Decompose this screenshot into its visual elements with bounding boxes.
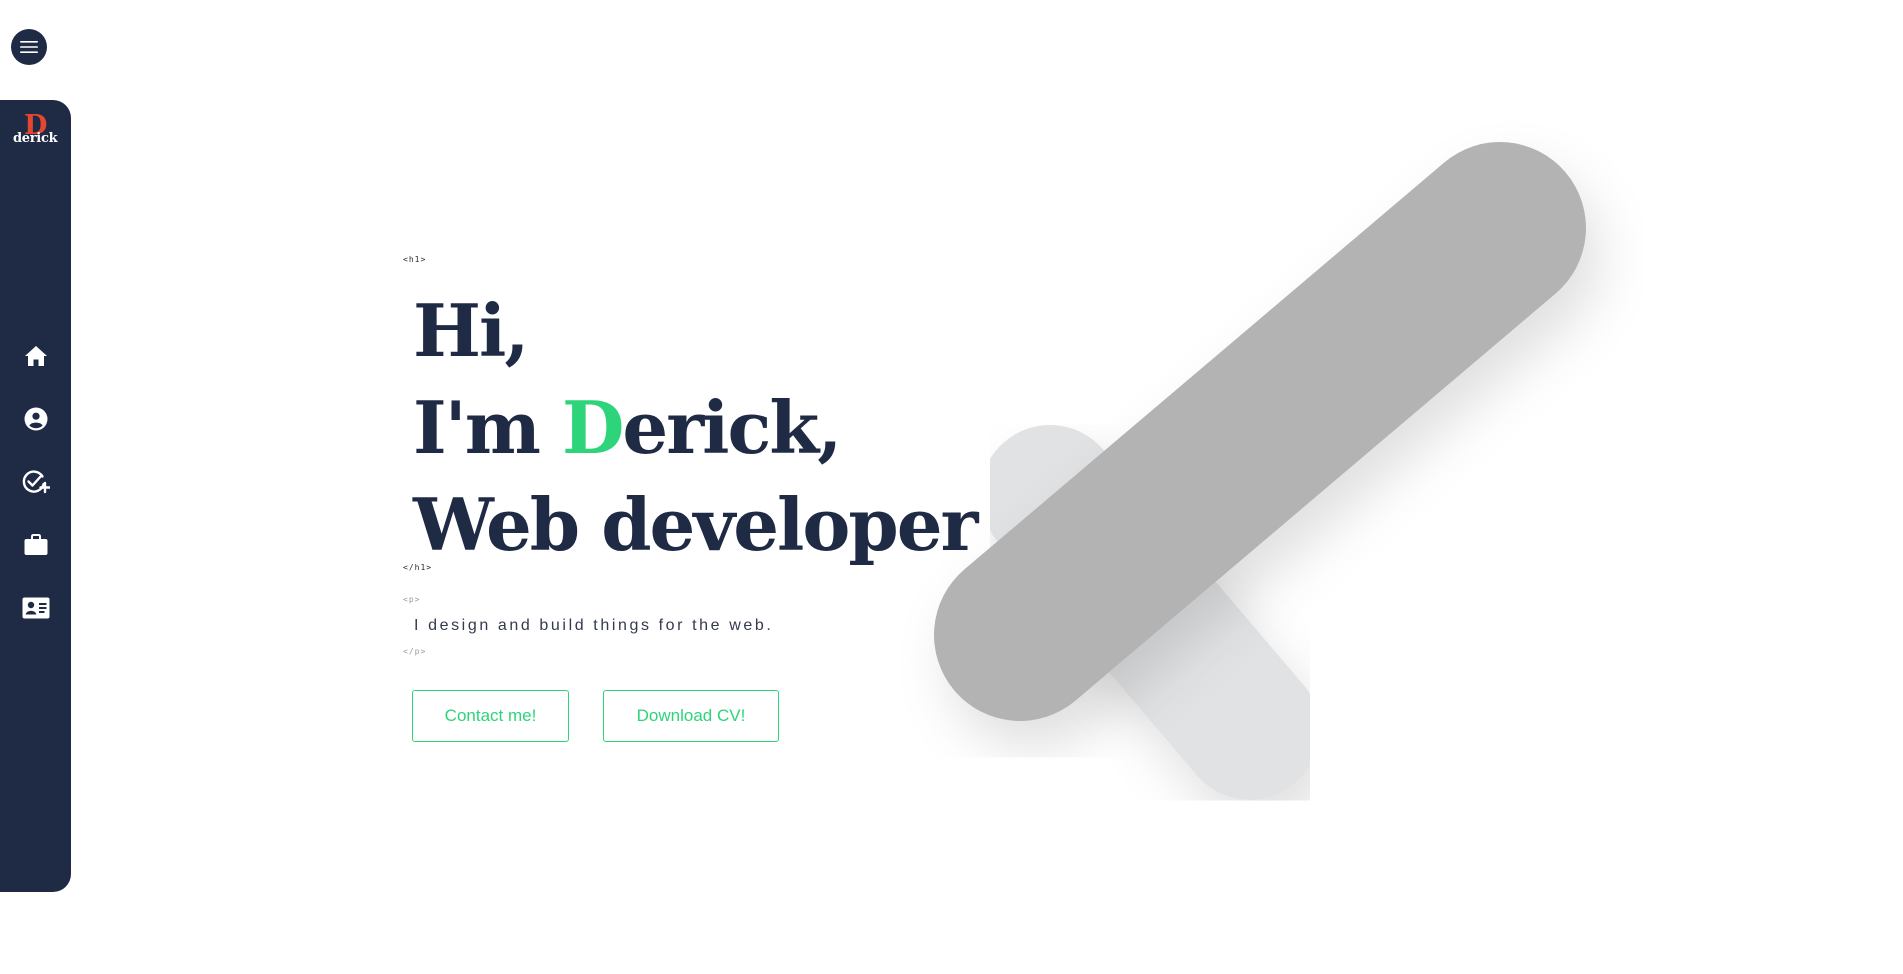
logo[interactable]: D derick [12, 112, 58, 150]
sidebar-item-skills[interactable] [0, 450, 71, 513]
sidebar-item-contact[interactable] [0, 576, 71, 639]
headline-line-role: Web developer [413, 482, 978, 567]
hero-headline: Hi, I'm Derick, Web developer [413, 282, 978, 573]
check-add-icon [22, 469, 50, 493]
page: D derick <h1> Hi, I'm Derick, Web develo… [0, 0, 1903, 974]
headline-line-greeting: Hi, [413, 288, 529, 373]
p-open-tag: <p> [403, 595, 421, 604]
logo-word: derick [13, 131, 58, 146]
sidebar: D derick [0, 100, 71, 892]
p-close-tag: </p> [403, 647, 427, 656]
headline-line-name: I'm Derick, [413, 379, 976, 476]
sidebar-nav [0, 324, 71, 639]
contact-card-icon [22, 597, 49, 618]
sidebar-item-home[interactable] [0, 324, 71, 387]
intro-text: I design and build things for the web. [414, 617, 774, 634]
download-cv-button[interactable]: Download CV! [603, 690, 779, 742]
sidebar-item-about[interactable] [0, 387, 71, 450]
briefcase-icon [24, 533, 47, 555]
menu-toggle-button[interactable] [11, 29, 47, 65]
user-circle-icon [24, 407, 47, 430]
hamburger-menu-icon [20, 41, 38, 53]
headline-name-prefix: I'm [413, 385, 562, 470]
sidebar-item-portfolio[interactable] [0, 513, 71, 576]
contact-me-button[interactable]: Contact me! [412, 690, 569, 742]
headline-name-accent: D [561, 385, 624, 470]
hero-logo-artwork [934, 142, 1586, 818]
h1-close-tag: </h1> [403, 563, 433, 572]
headline-name-suffix: erick, [622, 385, 842, 470]
h1-open-tag: <h1> [403, 255, 427, 264]
home-icon [24, 345, 47, 366]
